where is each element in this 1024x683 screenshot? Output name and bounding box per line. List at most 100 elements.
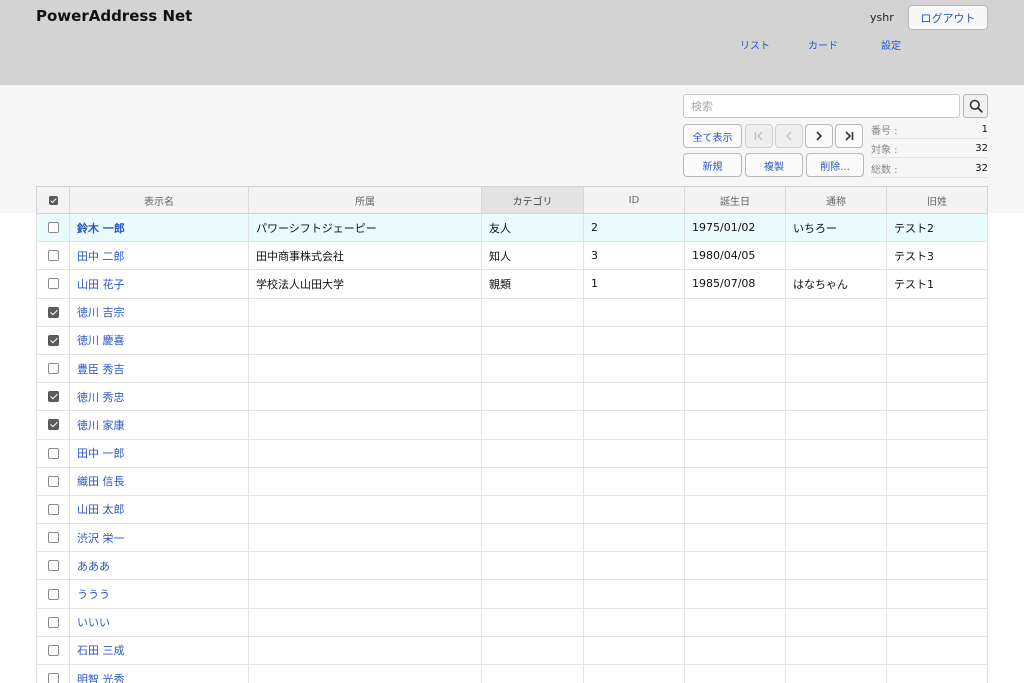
cell-checkbox[interactable] — [37, 270, 70, 298]
cell-display-name[interactable]: 山田 太郎 — [70, 495, 249, 524]
delete-button[interactable]: 削除... — [806, 153, 864, 177]
row-checkbox[interactable] — [47, 419, 59, 431]
cell-birthday: 1985/07/08 — [685, 270, 786, 298]
cell-checkbox[interactable] — [37, 439, 70, 467]
cell-checkbox[interactable] — [37, 242, 70, 270]
row-checkbox[interactable] — [47, 306, 59, 318]
row-checkbox[interactable] — [47, 588, 59, 600]
cell-maiden-name: テスト2 — [894, 221, 934, 235]
cell-checkbox[interactable] — [37, 665, 70, 683]
cell-display-name[interactable]: 徳川 吉宗 — [70, 298, 249, 326]
search-input[interactable] — [683, 94, 960, 118]
table-row[interactable]: 織田 信長 — [36, 467, 988, 496]
next-page-button[interactable] — [805, 124, 833, 148]
cell-birthday — [685, 439, 786, 467]
row-checkbox[interactable] — [47, 278, 59, 290]
cell-checkbox[interactable] — [37, 411, 70, 439]
nav-card-link[interactable]: カード — [808, 37, 838, 52]
cell-checkbox[interactable] — [37, 298, 70, 326]
nav-list-link[interactable]: リスト — [740, 37, 770, 52]
row-checkbox[interactable] — [47, 560, 59, 572]
row-checkbox[interactable] — [47, 475, 59, 487]
row-checkbox[interactable] — [47, 644, 59, 656]
row-checkbox[interactable] — [47, 673, 59, 683]
cell-checkbox[interactable] — [37, 552, 70, 580]
prev-page-button[interactable] — [775, 124, 803, 148]
cell-checkbox[interactable] — [37, 467, 70, 495]
cell-display-name[interactable]: 石田 三成 — [70, 636, 249, 664]
cell-checkbox[interactable] — [37, 608, 70, 636]
cell-display-name[interactable]: 山田 花子 — [70, 270, 249, 298]
table-row[interactable]: 明智 光秀 — [36, 665, 988, 683]
cell-display-name[interactable]: 田中 一郎 — [70, 439, 249, 467]
cell-checkbox[interactable] — [37, 580, 70, 608]
column-header-birthday[interactable]: 誕生日 — [685, 187, 786, 213]
column-header-category[interactable]: カテゴリ — [482, 187, 584, 213]
table-row[interactable]: 徳川 慶喜 — [36, 326, 988, 355]
first-page-button[interactable] — [745, 124, 773, 148]
column-header-alias[interactable]: 通称 — [786, 187, 887, 213]
cell-display-name[interactable]: あああ — [70, 552, 249, 580]
cell-checkbox[interactable] — [37, 524, 70, 552]
table-row[interactable]: 山田 花子 学校法人山田大学 親類 1 1985/07/08 はなちゃん テスト1 — [36, 270, 988, 299]
column-header-maiden-name[interactable]: 旧姓 — [887, 187, 987, 213]
cell-alias — [786, 467, 887, 495]
logout-button[interactable]: ログアウト — [908, 5, 988, 30]
cell-id — [584, 552, 685, 580]
cell-display-name[interactable]: 鈴木 一郎 — [70, 214, 249, 242]
cell-checkbox[interactable] — [37, 354, 70, 383]
table-row[interactable]: あああ — [36, 552, 988, 581]
new-button[interactable]: 新規 — [683, 153, 742, 177]
table-row[interactable]: 徳川 秀忠 — [36, 383, 988, 412]
copy-button[interactable]: 複製 — [745, 153, 803, 177]
row-checkbox[interactable] — [47, 391, 59, 403]
header-select-all[interactable] — [37, 187, 70, 213]
cell-checkbox[interactable] — [37, 326, 70, 354]
table-row[interactable]: ううう — [36, 580, 988, 609]
table-row[interactable]: いいい — [36, 608, 988, 637]
cell-category — [482, 383, 584, 411]
table-row[interactable]: 田中 二郎 田中商事株式会社 知人 3 1980/04/05 テスト3 — [36, 242, 988, 271]
cell-alias — [786, 552, 887, 580]
select-all-checkbox[interactable] — [48, 195, 58, 205]
stat-target-label: 対象 : — [871, 145, 898, 156]
cell-display-name[interactable]: 徳川 慶喜 — [70, 326, 249, 354]
row-checkbox[interactable] — [47, 532, 59, 544]
row-checkbox[interactable] — [47, 616, 59, 628]
row-checkbox[interactable] — [47, 447, 59, 459]
cell-display-name[interactable]: 徳川 家康 — [70, 411, 249, 439]
row-checkbox[interactable] — [47, 503, 59, 515]
table-row[interactable]: 田中 一郎 — [36, 439, 988, 468]
cell-checkbox[interactable] — [37, 214, 70, 242]
cell-alias — [786, 383, 887, 411]
table-row[interactable]: 徳川 家康 — [36, 411, 988, 440]
cell-display-name[interactable]: 田中 二郎 — [70, 242, 249, 270]
nav-settings-link[interactable]: 設定 — [881, 37, 901, 52]
row-checkbox[interactable] — [47, 334, 59, 346]
table-row[interactable]: 豊臣 秀吉 — [36, 354, 988, 384]
table-row[interactable]: 渋沢 栄一 — [36, 524, 988, 553]
table-row[interactable]: 石田 三成 — [36, 636, 988, 665]
row-checkbox[interactable] — [47, 250, 59, 262]
search-button[interactable] — [963, 94, 988, 118]
cell-display-name[interactable]: 明智 光秀 — [70, 665, 249, 683]
column-header-display-name[interactable]: 表示名 — [70, 187, 249, 213]
cell-display-name[interactable]: いいい — [70, 608, 249, 636]
cell-display-name[interactable]: 渋沢 栄一 — [70, 524, 249, 552]
column-header-id[interactable]: ID — [584, 187, 685, 213]
cell-display-name[interactable]: 徳川 秀忠 — [70, 383, 249, 411]
column-header-affiliation[interactable]: 所属 — [249, 187, 482, 213]
row-checkbox[interactable] — [47, 222, 59, 234]
cell-checkbox[interactable] — [37, 383, 70, 411]
table-row[interactable]: 徳川 吉宗 — [36, 298, 988, 327]
last-page-button[interactable] — [835, 124, 863, 148]
table-row[interactable]: 鈴木 一郎 パワーシフトジェーピー 友人 2 1975/01/02 いちろー テスト2 — [36, 214, 988, 243]
cell-display-name[interactable]: ううう — [70, 580, 249, 608]
cell-checkbox[interactable] — [37, 636, 70, 664]
row-checkbox[interactable] — [47, 363, 59, 375]
cell-display-name[interactable]: 豊臣 秀吉 — [70, 354, 249, 383]
table-row[interactable]: 山田 太郎 — [36, 495, 988, 525]
cell-checkbox[interactable] — [37, 495, 70, 524]
show-all-button[interactable]: 全て表示 — [683, 124, 742, 148]
cell-display-name[interactable]: 織田 信長 — [70, 467, 249, 495]
